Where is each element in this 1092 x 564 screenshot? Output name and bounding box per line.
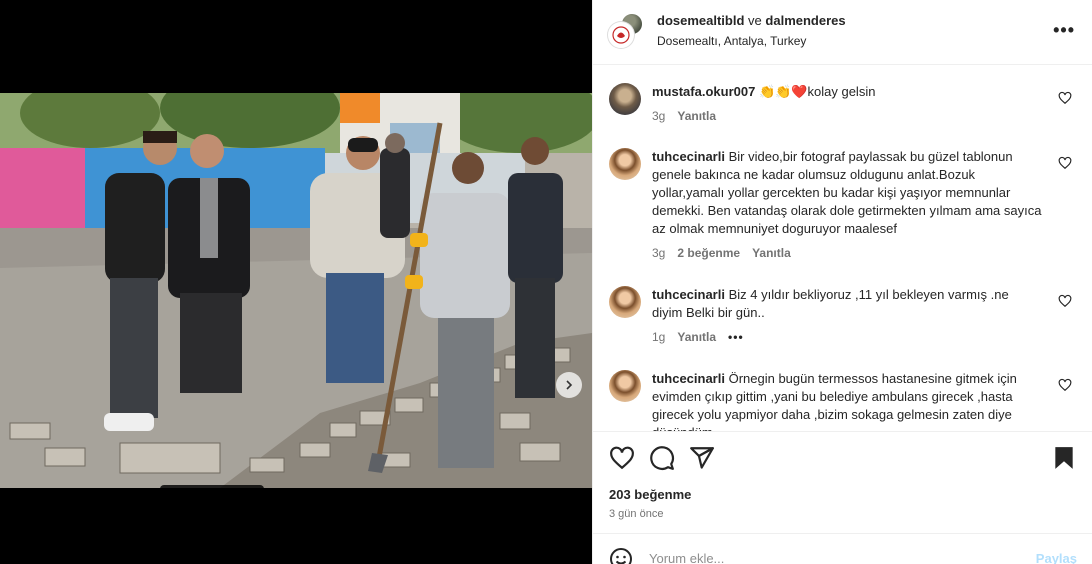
carousel-next-button[interactable] (556, 372, 582, 398)
comment-time[interactable]: 3g (652, 107, 665, 125)
post-media-pane: dalmenderes (0, 0, 592, 564)
post-timestamp[interactable]: 3 gün önce (609, 508, 663, 520)
emoji-icon[interactable] (609, 547, 633, 564)
instagram-post-modal: dalmenderes (0, 0, 1092, 564)
comment-like-icon[interactable] (1058, 294, 1072, 308)
comment-meta: 3g Yanıtla (652, 107, 1042, 125)
likes-count[interactable]: 203 beğenme (609, 487, 691, 502)
comment-username[interactable]: tuhcecinarli (652, 149, 725, 164)
commenter-avatar[interactable] (609, 148, 641, 180)
comment-options-icon[interactable]: ••• (728, 328, 744, 346)
post-actions-bar (593, 431, 1092, 483)
comment-composer: Paylaş (593, 533, 1092, 564)
author-username[interactable]: dosemealtibld (657, 13, 744, 28)
commenter-avatar[interactable] (609, 83, 641, 115)
comment-time[interactable]: 3g (652, 244, 665, 262)
more-options-icon[interactable]: ••• (1053, 20, 1075, 41)
chevron-right-icon (566, 380, 573, 390)
comment-text: kolay gelsin (807, 84, 876, 99)
reply-button[interactable]: Yanıtla (677, 107, 716, 125)
collaborator-username[interactable]: dalmenderes (765, 13, 845, 28)
post-details-panel: dosemealtibld ve dalmenderes Dosemealtı,… (592, 0, 1092, 564)
commenter-avatar[interactable] (609, 370, 641, 402)
comment-like-icon[interactable] (1058, 378, 1072, 392)
collab-avatars[interactable] (608, 12, 644, 48)
comment-username[interactable]: tuhcecinarli (652, 371, 725, 386)
post-comment-button[interactable]: Paylaş (1036, 551, 1077, 564)
comment-icon[interactable] (649, 445, 675, 471)
user-tag-label[interactable]: dalmenderes (160, 485, 265, 488)
post-owners: dosemealtibld ve dalmenderes (657, 13, 846, 28)
municipality-logo-icon (612, 26, 630, 44)
comment-username[interactable]: mustafa.okur007 (652, 84, 755, 99)
comment-item: tuhcecinarli Örnegin bugün termessos has… (609, 370, 1079, 431)
comment-meta: 1g Yanıtla ••• (652, 328, 1042, 346)
comments-list: mustafa.okur007 👏👏❤️kolay gelsin 3g Yanı… (593, 66, 1092, 431)
bookmark-icon[interactable] (1051, 445, 1077, 471)
comment-like-icon[interactable] (1058, 156, 1072, 170)
send-icon[interactable] (689, 445, 715, 471)
comment-like-icon[interactable] (1058, 91, 1072, 105)
reply-button[interactable]: Yanıtla (677, 328, 716, 346)
comment-item: tuhcecinarli Bir video,bir fotograf payl… (609, 148, 1079, 268)
commenter-avatar[interactable] (609, 286, 641, 318)
comment-item: mustafa.okur007 👏👏❤️kolay gelsin 3g Yanı… (609, 83, 1079, 143)
post-photo[interactable]: dalmenderes (0, 93, 592, 488)
comment-body: tuhcecinarli Örnegin bugün termessos has… (652, 370, 1042, 431)
comment-body: mustafa.okur007 👏👏❤️kolay gelsin 3g Yanı… (652, 83, 1042, 125)
post-location[interactable]: Dosemealtı, Antalya, Turkey (657, 34, 806, 48)
comment-emoji: 👏👏❤️ (758, 84, 808, 99)
comment-input[interactable] (649, 551, 1009, 564)
comment-likes-count[interactable]: 2 beğenme (677, 244, 740, 262)
comment-username[interactable]: tuhcecinarli (652, 287, 725, 302)
comment-time[interactable]: 1g (652, 328, 665, 346)
heart-icon[interactable] (609, 445, 635, 471)
post-header: dosemealtibld ve dalmenderes Dosemealtı,… (593, 0, 1092, 65)
comment-body: tuhcecinarli Biz 4 yıldır bekliyoruz ,11… (652, 286, 1042, 346)
author-avatar[interactable] (608, 22, 634, 48)
comment-meta: 3g 2 beğenme Yanıtla (652, 244, 1042, 262)
post-photo-illustration (0, 93, 592, 488)
comment-body: tuhcecinarli Bir video,bir fotograf payl… (652, 148, 1042, 262)
reply-button[interactable]: Yanıtla (752, 244, 791, 262)
collab-connector: ve (748, 13, 762, 28)
comment-item: tuhcecinarli Biz 4 yıldır bekliyoruz ,11… (609, 286, 1079, 356)
